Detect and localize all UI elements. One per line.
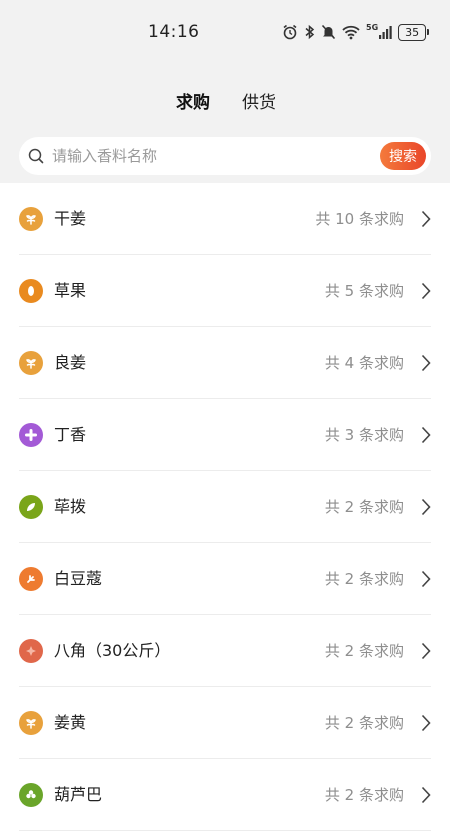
item-count: 共 5 条求购 [324, 282, 404, 300]
clove-icon [19, 423, 43, 447]
cardamom-icon [19, 567, 43, 591]
search-icon [28, 148, 44, 164]
header-area: 14:16 5G 35 求购 供货 请输入香料名称 搜索 [0, 0, 450, 183]
list-item[interactable]: 良姜 共 4 条求购 [0, 327, 450, 399]
item-name: 葫芦巴 [54, 785, 103, 804]
ginger-icon [19, 207, 43, 231]
item-name: 姜黄 [54, 713, 87, 732]
item-count: 共 2 条求购 [324, 642, 404, 660]
battery-tip [427, 29, 430, 35]
search-button[interactable]: 搜索 [380, 142, 426, 170]
item-count: 共 4 条求购 [324, 354, 404, 372]
tsaoko-icon [19, 279, 43, 303]
turmeric-icon [19, 711, 43, 735]
item-count: 共 2 条求购 [324, 498, 404, 516]
list-item[interactable]: 葫芦巴 共 2 条求购 [0, 759, 450, 831]
chevron-right-icon [421, 642, 431, 660]
item-count: 共 2 条求购 [324, 714, 404, 732]
chevron-right-icon [421, 714, 431, 732]
wifi-icon [342, 25, 360, 40]
chevron-right-icon [421, 282, 431, 300]
status-bar: 14:16 5G 35 [0, 0, 450, 66]
chevron-right-icon [421, 570, 431, 588]
purchase-list: 干姜 共 10 条求购 草果 共 5 条求购 良姜 共 4 条求购 丁香 共 3… [0, 183, 450, 831]
search-input[interactable] [52, 137, 372, 175]
long-pepper-icon [19, 495, 43, 519]
item-count: 共 2 条求购 [324, 570, 404, 588]
fenugreek-icon [19, 783, 43, 807]
chevron-right-icon [421, 786, 431, 804]
chevron-right-icon [421, 426, 431, 444]
list-item[interactable]: 白豆蔻 共 2 条求购 [0, 543, 450, 615]
item-name: 草果 [54, 281, 87, 300]
network-type: 5G [366, 23, 379, 32]
list-item[interactable]: 八角（30公斤） 共 2 条求购 [0, 615, 450, 687]
tab-supply[interactable]: 供货 [242, 88, 276, 113]
list-item[interactable]: 草果 共 5 条求购 [0, 255, 450, 327]
galangal-icon [19, 351, 43, 375]
mute-icon [321, 24, 336, 40]
item-count: 共 2 条求购 [324, 786, 404, 804]
search-bar: 搜索 [19, 137, 431, 175]
item-name: 荜拨 [54, 497, 87, 516]
item-name: 白豆蔻 [54, 569, 103, 588]
list-item[interactable]: 姜黄 共 2 条求购 [0, 687, 450, 759]
star-anise-icon [19, 639, 43, 663]
item-name: 良姜 [54, 353, 87, 372]
list-item[interactable]: 丁香 共 3 条求购 [0, 399, 450, 471]
tab-bar: 求购 供货 [0, 88, 450, 118]
chevron-right-icon [421, 210, 431, 228]
tab-purchase[interactable]: 求购 [176, 88, 210, 113]
signal-icon: 5G [366, 24, 392, 40]
item-name: 丁香 [54, 425, 87, 444]
status-icons: 5G 35 [282, 22, 430, 42]
chevron-right-icon [421, 498, 431, 516]
battery-level: 35 [398, 23, 427, 41]
item-name: 八角（30公斤） [54, 641, 171, 660]
item-count: 共 3 条求购 [324, 426, 404, 444]
battery-icon: 35 [398, 23, 430, 41]
list-item[interactable]: 荜拨 共 2 条求购 [0, 471, 450, 543]
item-name: 干姜 [54, 209, 87, 228]
alarm-icon [283, 24, 297, 40]
list-item[interactable]: 干姜 共 10 条求购 [0, 183, 450, 255]
status-time: 14:16 [148, 22, 200, 42]
item-count: 共 10 条求购 [315, 210, 404, 228]
bluetooth-icon [305, 24, 315, 40]
chevron-right-icon [421, 354, 431, 372]
